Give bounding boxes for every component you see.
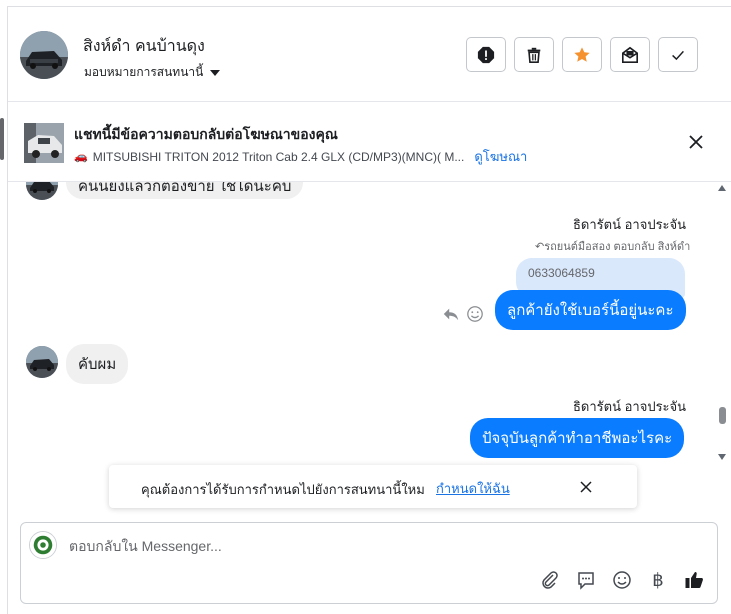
react-emoji-icon[interactable]	[466, 305, 484, 323]
envelope-icon	[621, 46, 639, 63]
car-icon: 🚗	[74, 151, 88, 163]
alert-icon	[477, 46, 495, 63]
outgoing-message-bubble[interactable]: ปัจจุบันลูกค้าทำอาชีพอะไรคะ	[470, 418, 685, 458]
scroll-thumb[interactable]	[719, 407, 726, 424]
check-icon	[672, 50, 684, 60]
ad-thumbnail[interactable]	[24, 123, 64, 163]
mark-unread-button[interactable]	[610, 37, 650, 72]
incoming-message-bubble[interactable]: คันนี้ยังแล้วก็ต้องขาย ใช้ได้นะคับ	[66, 182, 304, 199]
sender-name: ธิดารัตน์ อาจประจัน	[573, 399, 687, 414]
car-avatar-image	[26, 346, 58, 378]
trash-icon	[527, 47, 541, 63]
reply-context: ↶รถยนต์มือสอง ตอบกลับ สิงห์ดำ	[535, 241, 691, 253]
emoji-icon	[613, 571, 631, 589]
ad-reply-banner: แชทนี้มีข้อความตอบกลับต่อโฆษณาของคุณ 🚗 M…	[8, 103, 731, 182]
conversation-header: สิงห์ดำ คนบ้านดุง มอบหมายการสนทนานี้	[8, 7, 731, 102]
delete-button[interactable]	[514, 37, 554, 72]
thumbs-up-button[interactable]	[683, 569, 705, 591]
payment-button[interactable]: ฿	[647, 569, 669, 591]
chevron-down-icon	[210, 69, 221, 76]
page-logo-icon	[30, 532, 56, 558]
scroll-down-arrow[interactable]	[718, 454, 726, 460]
assign-label: มอบหมายการสนทนานี้	[84, 65, 204, 79]
composer-toolbar: ฿	[539, 569, 705, 591]
reply-icon[interactable]	[442, 305, 460, 323]
attach-icon	[542, 571, 558, 589]
scroll-up-arrow[interactable]	[718, 185, 726, 191]
ad-description-row: 🚗 MITSUBISHI TRITON 2012 Triton Cab 2.4 …	[74, 146, 527, 167]
incoming-message-bubble[interactable]: คับผม	[66, 344, 129, 384]
car-avatar-image	[26, 182, 58, 200]
contact-avatar	[26, 346, 58, 378]
thread-scrollbar[interactable]	[714, 182, 731, 464]
baht-icon: ฿	[652, 569, 664, 590]
thumbs-up-icon	[685, 572, 703, 588]
message-thread[interactable]: คันนี้ยังแล้วก็ต้องขาย ใช้ได้นะคับ ธิดาร…	[8, 182, 714, 512]
assign-conversation-dropdown[interactable]: มอบหมายการสนทนานี้	[84, 63, 221, 82]
view-ad-link[interactable]: ดูโฆษณา	[474, 146, 527, 167]
message-input[interactable]	[69, 538, 669, 554]
side-scroll-marker	[0, 118, 4, 160]
contact-name: สิงห์ดำ คนบ้านดุง	[83, 38, 205, 55]
car-ad-image	[24, 123, 64, 163]
contact-avatar	[26, 182, 58, 200]
car-avatar-image	[20, 31, 68, 79]
toast-message: คุณต้องการได้รับการกำหนดไปยังการสนทนานี้…	[141, 482, 425, 497]
star-icon	[574, 46, 590, 62]
close-icon[interactable]	[579, 480, 593, 494]
star-button[interactable]	[562, 37, 602, 72]
ad-banner-title: แชทนี้มีข้อความตอบกลับต่อโฆษณาของคุณ	[74, 126, 338, 142]
avatar[interactable]	[20, 31, 68, 79]
comment-icon	[578, 572, 594, 590]
saved-replies-button[interactable]	[575, 569, 597, 591]
close-icon[interactable]	[686, 132, 706, 152]
attach-button[interactable]	[539, 569, 561, 591]
mark-done-button[interactable]	[658, 37, 698, 72]
assign-to-me-link[interactable]: กำหนดให้ฉัน	[436, 478, 510, 499]
spam-button[interactable]	[466, 37, 506, 72]
assign-prompt-toast: คุณต้องการได้รับการกำหนดไปยังการสนทนานี้…	[109, 465, 637, 508]
outgoing-message-bubble[interactable]: ลูกค้ายังใช้เบอร์นี้อยู่นะคะ	[495, 290, 686, 330]
message-composer: ฿	[20, 522, 718, 604]
ad-description: MITSUBISHI TRITON 2012 Triton Cab 2.4 GL…	[92, 149, 465, 164]
sender-name: ธิดารัตน์ อาจประจัน	[573, 217, 687, 232]
header-actions	[466, 37, 698, 72]
page-avatar	[29, 531, 57, 559]
emoji-button[interactable]	[611, 569, 633, 591]
